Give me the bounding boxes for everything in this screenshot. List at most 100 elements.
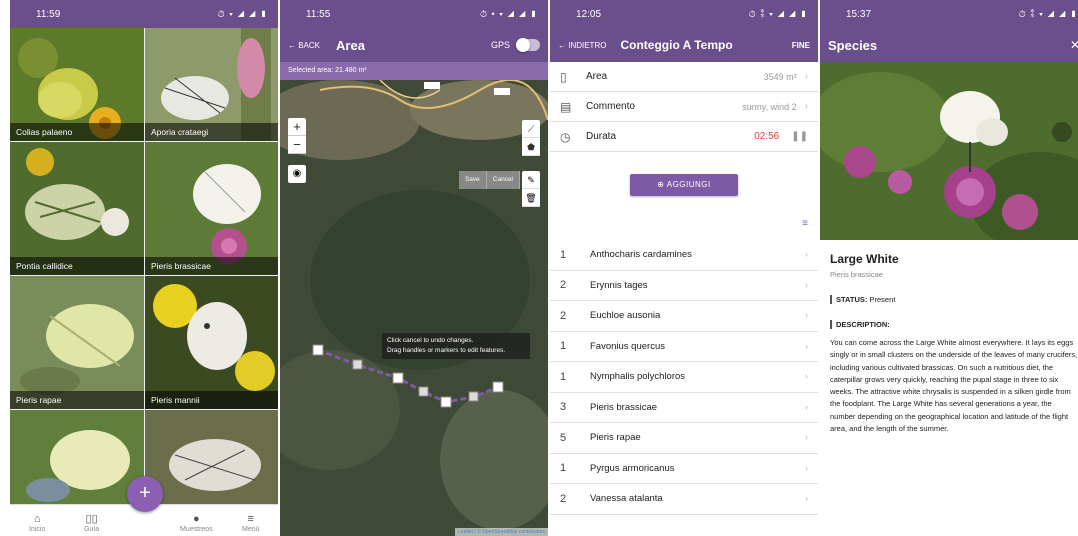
species-count-row[interactable]: 1 Favonius quercus › [550,332,818,362]
back-button[interactable]: ← INDIETRO [558,41,606,50]
species-count: 5 [560,431,567,444]
species-tile[interactable]: Aporia crataegi [145,28,278,141]
page-title: Area [336,37,365,53]
edit-toolbar: ✎ 🗑 [522,171,540,207]
status-time: 12:05 [576,8,602,20]
status-section: STATUS: Present [830,295,1078,304]
zoom-out-button[interactable]: − [288,136,306,154]
map-attribution[interactable]: Leaflet | © OpenStreetMap contributors [455,528,548,536]
gps-toggle[interactable] [516,38,540,52]
species-name: Vanessa atalanta [590,493,663,505]
home-icon: ⌂ [33,513,41,525]
nav-menu-label: Menú [241,526,260,533]
tooltip-line: Click cancel to undo changes. [387,337,474,344]
status-value: Present [869,295,896,304]
area-label: Area [586,71,608,82]
book-icon: ▯▯ [85,513,98,525]
filter-icon: ≡ [802,218,808,229]
draw-line-button[interactable]: ⟋ [522,120,540,138]
area-value: 3549 m² [763,71,797,82]
add-species-button[interactable]: ⊕ AGGIUNGI [630,174,738,196]
species-tile[interactable] [10,410,144,507]
species-name: Pyrgus armoricanus [590,462,675,474]
species-name: Pieris mannii [145,391,278,409]
species-tile[interactable]: Colias palaeno [10,28,144,141]
chevron-right-icon: › [804,310,808,322]
status-icons: ⏱ ⁑ ▾ ◢ ◢ ▮ [1018,8,1078,19]
species-name: Erynnis tages [590,279,648,291]
map-icon: ▯ [560,69,567,84]
nav-samples-label: Muestreos [180,526,213,533]
nav-guide[interactable]: ▯▯ Guía [72,513,112,533]
species-count-row[interactable]: 5 Pieris rapae › [550,423,818,454]
satellite-map[interactable] [280,79,548,536]
species-detail: Large White Pieris brassicae STATUS: Pre… [820,240,1078,447]
gps-label: GPS [490,40,510,50]
done-button[interactable]: FINE [792,41,810,50]
edit-tooltip: Click cancel to undo changes. Drag handl… [382,333,530,359]
species-count: 1 [560,248,567,261]
species-tile[interactable]: Pieris mannii [145,276,278,409]
add-section: ⊕ AGGIUNGI [550,152,818,218]
delete-layers-button[interactable]: 🗑 [522,189,540,207]
species-count-row[interactable]: 3 Pieris brassicae › [550,393,818,423]
add-record-button[interactable]: + [127,476,163,512]
zoom-in-button[interactable]: + [288,118,306,136]
trash-icon: 🗑 [525,193,537,203]
nav-home[interactable]: ⌂ Inicio [17,513,57,533]
species-tile[interactable]: Pieris rapae [10,276,144,409]
species-count-row[interactable]: 1 Nymphalis polychloros › [550,362,818,393]
selected-area-text: Selected area: 21.480 m² [280,62,548,80]
locate-button[interactable]: ◉ [288,165,306,183]
cancel-button[interactable]: Cancel [486,171,520,189]
species-count-row[interactable]: 2 Erynnis tages › [550,271,818,301]
chevron-right-icon: › [804,279,808,291]
species-name: Aporia crataegi [145,123,278,141]
nav-menu[interactable]: ≡ Menú [231,513,271,533]
species-count: 1 [560,370,567,383]
description-label: DESCRIPTION: [836,320,890,329]
target-icon: ◉ [292,168,302,179]
pause-button[interactable]: ❚❚ [791,131,808,142]
nav-samples[interactable]: ● Muestreos [176,513,216,533]
draw-polygon-button[interactable]: ⬟ [522,138,540,156]
close-button[interactable]: ✕ [1070,38,1078,52]
filter-button[interactable]: ≡ [550,218,818,240]
status-bar: 11:59 ⏱ ▾ ◢ ◢ ▮ [10,0,278,28]
species-common-name: Large White [830,252,899,266]
status-time: 11:59 [36,8,61,20]
status-bar: 12:05 ⏱ ⁑ ▾ ◢ ◢ ▮ [550,0,818,28]
chevron-right-icon: › [804,340,808,352]
species-count: 3 [560,401,567,414]
back-button[interactable]: ← BACK [288,41,320,50]
species-count-row[interactable]: 1 Pyrgus armoricanus › [550,454,818,484]
edit-layers-button[interactable]: ✎ [522,171,540,189]
comment-row[interactable]: ▤ Commento sunny, wind 2 › [550,92,818,122]
species-count-row[interactable]: 1 Anthocharis cardamines › [550,240,818,271]
species-tile[interactable] [145,410,278,507]
map-imagery [280,79,548,536]
chevron-right-icon: › [804,101,808,112]
species-name: Pontia callidice [10,257,144,275]
save-button[interactable]: Save [458,171,487,189]
species-count-row[interactable]: 2 Vanessa atalanta › [550,484,818,515]
species-tile[interactable]: Pieris brassicae [145,142,278,275]
butterfly-photo [10,410,144,507]
status-icons: ⏱ • ▾ ◢ ◢ ▮ [479,8,538,19]
duration-timer: 02:56 [754,131,780,142]
app-bar: Species ✕ [820,28,1078,62]
chevron-right-icon: › [804,493,808,505]
species-count-list: 1 Anthocharis cardamines › 2 Erynnis tages › 2… [550,240,818,515]
species-name: Pieris rapae [10,391,144,409]
species-count-row[interactable]: 2 Euchloe ausonia › [550,301,818,332]
line-icon: ⟋ [527,124,535,134]
species-name: Anthocharis cardamines [590,249,692,261]
pause-icon: ❚❚ [791,131,808,142]
butterfly-photo [10,142,144,275]
butterfly-photo [820,62,1078,240]
chevron-right-icon: › [804,249,808,261]
species-name: Favonius quercus [590,340,665,352]
species-tile[interactable]: Pontia callidice [10,142,144,275]
area-row[interactable]: ▯ Area 3549 m² › [550,62,818,92]
road-label [494,88,510,95]
